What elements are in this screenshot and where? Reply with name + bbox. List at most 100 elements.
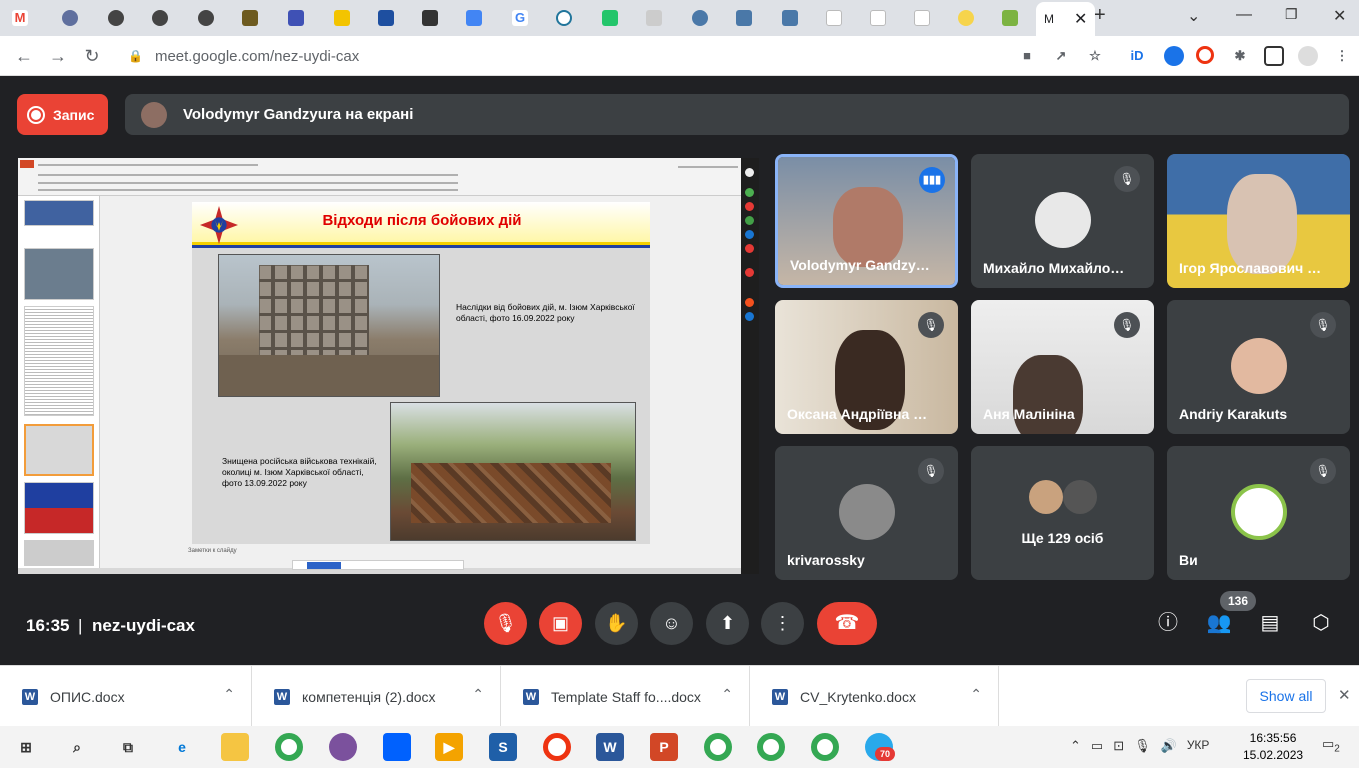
browser-tab[interactable] xyxy=(822,4,846,32)
browser-tab[interactable] xyxy=(954,4,978,32)
task-view-icon[interactable]: ⧉ xyxy=(114,733,142,761)
participant-tile[interactable]: 🎙 Andriy Karakuts xyxy=(1167,300,1350,434)
dropbox-icon[interactable] xyxy=(383,733,411,761)
browser-tab[interactable] xyxy=(418,4,442,32)
slide-thumbnail[interactable] xyxy=(24,248,94,300)
download-item[interactable]: Wкомпетенція (2).docx ⌃ xyxy=(252,666,501,727)
notification-button[interactable] xyxy=(307,561,341,569)
microphone-icon[interactable]: 🎙 xyxy=(1134,738,1151,754)
opera-icon[interactable] xyxy=(1196,46,1214,64)
record-button[interactable]: Запис xyxy=(17,94,108,135)
more-participants-tile[interactable]: Ще 129 осіб xyxy=(971,446,1154,580)
browser-tab[interactable] xyxy=(688,4,712,32)
star-icon[interactable]: ☆ xyxy=(1085,46,1105,66)
info-icon[interactable]: ⓘ xyxy=(1155,610,1181,636)
browser-tab[interactable] xyxy=(910,4,934,32)
browser-tab[interactable]: G xyxy=(508,4,532,32)
close-icon[interactable]: ✕ xyxy=(1333,6,1346,26)
menu-icon[interactable]: ⋮ xyxy=(1332,46,1352,66)
participant-tile[interactable]: Ігор Ярославович … xyxy=(1167,154,1350,288)
slide-thumbnail-selected[interactable] xyxy=(24,424,94,476)
new-tab-icon[interactable]: + xyxy=(1094,4,1106,27)
puzzle-icon[interactable]: ✱ xyxy=(1230,46,1250,66)
share-icon[interactable]: ↗ xyxy=(1051,46,1071,66)
sidebar-icon[interactable] xyxy=(1264,46,1284,66)
chat-icon[interactable]: ▤ xyxy=(1257,610,1283,636)
browser-tab[interactable] xyxy=(330,4,354,32)
slide-thumbnail[interactable] xyxy=(24,306,94,416)
minimize-icon[interactable]: — xyxy=(1236,6,1252,24)
chrome-profile-icon[interactable] xyxy=(811,733,839,761)
tab-gmail[interactable]: M xyxy=(8,4,32,32)
slide-thumbnail[interactable] xyxy=(24,540,94,566)
chevron-up-icon[interactable]: ⌃ xyxy=(1070,738,1081,754)
profile-avatar[interactable] xyxy=(1298,46,1318,66)
browser-tab[interactable] xyxy=(866,4,890,32)
chevron-up-icon[interactable]: ⌃ xyxy=(721,686,733,703)
browser-tab[interactable] xyxy=(238,4,262,32)
chrome-icon[interactable] xyxy=(275,733,303,761)
volume-icon[interactable]: 🔊 xyxy=(1161,738,1177,754)
address-bar[interactable]: 🔒 meet.google.com/nez-uydi-cax xyxy=(116,41,1116,71)
browser-tab[interactable] xyxy=(58,4,82,32)
word-app-icon[interactable]: W xyxy=(596,733,624,761)
more-options-button[interactable]: ⋮ xyxy=(761,602,804,645)
chrome-profile-icon[interactable] xyxy=(757,733,785,761)
chevron-up-icon[interactable]: ⌃ xyxy=(223,686,235,703)
participant-tile[interactable]: 🎙 krivarossky xyxy=(775,446,958,580)
app-s-icon[interactable]: S xyxy=(489,733,517,761)
search-icon[interactable]: ⌕ xyxy=(63,733,91,761)
telegram-icon[interactable]: 70 xyxy=(865,733,895,761)
close-icon[interactable]: ✕ xyxy=(1074,9,1087,29)
windows-start-icon[interactable]: ⊞ xyxy=(12,733,40,761)
mic-off-button[interactable]: 🎙 xyxy=(484,602,527,645)
participant-tile[interactable]: 🎙 Оксана Андріївна … xyxy=(775,300,958,434)
participant-tile[interactable]: 🎙 Аня Малініна xyxy=(971,300,1154,434)
forward-icon[interactable]: → xyxy=(46,44,70,68)
download-item[interactable]: W ОПИС.docx ⌃ xyxy=(0,666,252,727)
browser-tab[interactable] xyxy=(148,4,172,32)
emoji-button[interactable]: ☺ xyxy=(650,602,693,645)
raise-hand-button[interactable]: ✋ xyxy=(595,602,638,645)
present-button[interactable]: ⬆ xyxy=(706,602,749,645)
restore-icon[interactable]: ❐ xyxy=(1285,6,1298,23)
close-icon[interactable]: ✕ xyxy=(1338,686,1351,704)
self-tile[interactable]: 🎙 Ви xyxy=(1167,446,1350,580)
camera-off-button[interactable]: ▣ xyxy=(539,602,582,645)
battery-icon[interactable]: ▭ xyxy=(1091,738,1103,754)
browser-tab[interactable] xyxy=(194,4,218,32)
clock-date[interactable]: 16:35:56 15.02.2023 xyxy=(1243,730,1303,764)
browser-tab[interactable] xyxy=(642,4,666,32)
browser-tab[interactable] xyxy=(552,4,576,32)
download-item[interactable]: W Template Staff fo....docx ⌃ xyxy=(501,666,750,727)
download-item[interactable]: W CV_Krytenko.docx ⌃ xyxy=(750,666,999,727)
browser-tab[interactable] xyxy=(998,4,1022,32)
back-icon[interactable]: ← xyxy=(12,44,36,68)
extension-icon[interactable] xyxy=(1164,46,1184,66)
reload-icon[interactable]: ↻ xyxy=(80,44,104,68)
slide-thumbnail[interactable] xyxy=(24,482,94,534)
chevron-down-icon[interactable]: ⌄ xyxy=(1187,6,1200,26)
browser-tab[interactable] xyxy=(284,4,308,32)
edge-icon[interactable]: e xyxy=(168,733,196,761)
language-indicator[interactable]: УКР xyxy=(1187,738,1210,754)
browser-tab[interactable] xyxy=(732,4,756,32)
network-icon[interactable]: ⊡ xyxy=(1113,738,1124,754)
participant-tile[interactable]: 🎙 Михайло Михайло… xyxy=(971,154,1154,288)
end-call-button[interactable]: ☎ xyxy=(817,602,877,645)
slide-thumbnail[interactable] xyxy=(24,200,94,226)
browser-tab[interactable] xyxy=(778,4,802,32)
browser-tab[interactable] xyxy=(462,4,486,32)
camera-icon[interactable]: ■ xyxy=(1017,46,1037,66)
show-all-button[interactable]: Show all xyxy=(1246,679,1326,713)
activities-icon[interactable]: ⬡ xyxy=(1308,610,1334,636)
chevron-up-icon[interactable]: ⌃ xyxy=(970,686,982,703)
browser-tab[interactable] xyxy=(104,4,128,32)
tab-google-meet[interactable]: M ✕ xyxy=(1036,2,1096,36)
browser-tab[interactable] xyxy=(598,4,622,32)
notification-center-icon[interactable]: ▭2 xyxy=(1322,736,1340,755)
chrome-icon[interactable] xyxy=(704,733,732,761)
extension-id-icon[interactable]: iD xyxy=(1127,46,1147,66)
participant-tile[interactable]: ▮▮▮ Volodymyr Gandzy… xyxy=(775,154,958,288)
powerpoint-app-icon[interactable]: P xyxy=(650,733,678,761)
